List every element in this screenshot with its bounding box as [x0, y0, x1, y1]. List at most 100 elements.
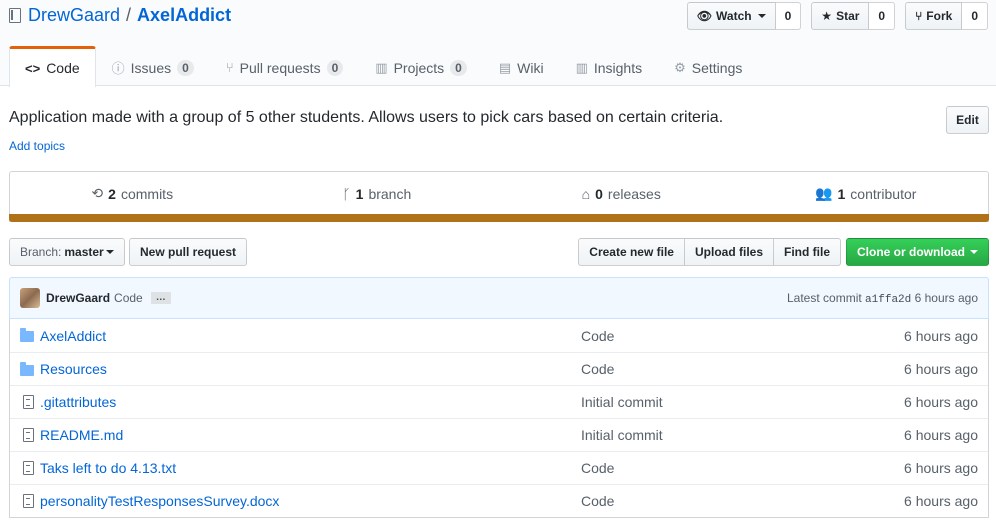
fork-group: ⑂ Fork 0 — [905, 2, 988, 30]
book-icon: ▤ — [498, 59, 512, 75]
branch-select-button[interactable]: Branch: master — [9, 238, 125, 266]
file-commit-message[interactable]: Initial commit — [581, 427, 904, 443]
new-pull-request-button[interactable]: New pull request — [129, 238, 248, 266]
tab-label: Wiki — [517, 59, 544, 76]
chevron-down-icon — [757, 14, 766, 18]
tab-projects[interactable]: ▥ Projects 0 — [359, 46, 483, 86]
star-count[interactable]: 0 — [869, 2, 896, 30]
file-name-link[interactable]: personalityTestResponsesSurvey.docx — [40, 493, 581, 509]
commit-sha-link[interactable]: a1ffa2d — [865, 291, 912, 306]
branches-label: branch — [368, 185, 412, 202]
file-commit-message[interactable]: Code — [581, 328, 904, 344]
upload-files-button[interactable]: Upload files — [683, 238, 774, 266]
folder-icon — [20, 361, 34, 376]
watch-label: Watch — [716, 9, 752, 23]
file-icon — [23, 494, 34, 508]
contributors-count: 1 — [837, 185, 846, 202]
tab-label: Projects — [393, 59, 445, 76]
commit-sha: a1ffa2d — [865, 293, 912, 306]
folder-icon — [20, 328, 34, 342]
tab-code[interactable]: <> Code — [9, 46, 96, 87]
pull-request-icon: ⑂ — [225, 60, 234, 75]
tab-issues[interactable]: ⓘ Issues 0 — [96, 46, 210, 86]
branches-link[interactable]: ᚴ 1 branch — [255, 172, 500, 215]
file-icon — [23, 395, 34, 409]
create-new-file-button[interactable]: Create new file — [578, 238, 685, 266]
file-name-link[interactable]: README.md — [40, 427, 581, 443]
edit-description-button[interactable]: Edit — [946, 106, 989, 134]
table-row: .gitattributes Initial commit 6 hours ag… — [10, 385, 988, 418]
branches-count: 1 — [355, 185, 364, 202]
fork-button[interactable]: ⑂ Fork — [905, 2, 963, 30]
fork-count[interactable]: 0 — [962, 2, 988, 30]
file-icon — [23, 461, 34, 475]
star-group: ★ Star 0 — [811, 2, 896, 30]
repo-header: DrewGaard / AxelAddict 👁 Watch 0 ★ Star … — [0, 0, 996, 87]
history-icon: ⟲ — [91, 185, 104, 201]
tab-label: Insights — [593, 59, 643, 76]
file-name-link[interactable]: .gitattributes — [40, 394, 581, 410]
table-row: Taks left to do 4.13.txt Code 6 hours ag… — [10, 451, 988, 484]
tag-icon: ⌂ — [581, 185, 591, 202]
branch-icon: ᚴ — [342, 185, 351, 202]
contributors-link[interactable]: 👥 1 contributor — [744, 172, 989, 215]
commit-age: 6 hours ago — [914, 290, 978, 305]
file-age: 6 hours ago — [904, 460, 978, 476]
releases-link[interactable]: ⌂ 0 releases — [499, 172, 744, 215]
commit-author-link[interactable]: DrewGaard — [46, 291, 110, 305]
file-commit-message[interactable]: Code — [581, 361, 904, 377]
star-button[interactable]: ★ Star — [811, 2, 870, 30]
file-commit-message[interactable]: Code — [581, 493, 904, 509]
ellipsis-expander-button[interactable]: … — [150, 292, 171, 304]
avatar[interactable] — [20, 288, 40, 308]
repo-title: DrewGaard / AxelAddict — [9, 5, 231, 26]
commit-message-link[interactable]: Code — [114, 291, 143, 305]
star-label: Star — [836, 9, 860, 23]
table-row: Resources Code 6 hours ago — [10, 352, 988, 385]
tab-label: Settings — [691, 59, 743, 76]
numbers-summary: ⟲ 2 commits ᚴ 1 branch ⌂ 0 releases 👥 1 … — [9, 171, 989, 222]
project-icon: ▥ — [375, 59, 388, 75]
file-age: 6 hours ago — [904, 394, 978, 410]
language-bar[interactable] — [9, 214, 989, 222]
people-icon: 👥 — [815, 185, 833, 201]
clone-or-download-button[interactable]: Clone or download — [846, 238, 989, 266]
tab-settings[interactable]: ⚙ Settings — [658, 46, 758, 86]
projects-counter: 0 — [450, 59, 467, 76]
repo-name-link[interactable]: AxelAddict — [137, 5, 231, 26]
star-icon: ★ — [821, 9, 833, 23]
contributors-label: contributor — [850, 185, 917, 202]
tab-wiki[interactable]: ▤ Wiki — [483, 46, 560, 86]
commits-link[interactable]: ⟲ 2 commits — [10, 172, 255, 215]
tab-insights[interactable]: ▥ Insights — [560, 46, 659, 86]
releases-label: releases — [607, 185, 661, 202]
graph-icon: ▥ — [575, 59, 588, 75]
repo-owner-link[interactable]: DrewGaard — [28, 5, 120, 26]
watch-button[interactable]: 👁 Watch — [686, 2, 776, 30]
table-row: README.md Initial commit 6 hours ago — [10, 418, 988, 451]
file-name-link[interactable]: Resources — [40, 361, 581, 377]
tab-label: Issues — [130, 59, 172, 76]
file-buttons-group: Create new file Upload files Find file — [578, 238, 841, 266]
file-name-link[interactable]: AxelAddict — [40, 328, 581, 344]
pull-requests-counter: 0 — [326, 59, 344, 76]
repo-title-separator: / — [126, 5, 132, 25]
file-name-link[interactable]: Taks left to do 4.13.txt — [40, 460, 581, 476]
watch-count[interactable]: 0 — [775, 2, 802, 30]
file-commit-message[interactable]: Code — [581, 460, 904, 476]
find-file-button[interactable]: Find file — [773, 238, 841, 266]
commits-count: 2 — [108, 185, 116, 202]
commits-label: commits — [120, 185, 174, 202]
chevron-down-icon — [105, 250, 114, 254]
add-topics-link[interactable]: Add topics — [9, 139, 65, 153]
chevron-down-icon — [970, 250, 978, 254]
file-list: AxelAddict Code 6 hours ago Resources Co… — [9, 319, 989, 518]
repo-description: Application made with a group of 5 other… — [9, 109, 724, 126]
file-age: 6 hours ago — [904, 361, 978, 377]
branch-label: Branch: — [20, 245, 62, 259]
issue-icon: ⓘ — [111, 61, 125, 76]
tab-pull-requests[interactable]: ⑂ Pull requests 0 — [210, 46, 359, 86]
pagehead-actions: 👁 Watch 0 ★ Star 0 ⑂ Fork 0 — [686, 2, 988, 30]
watch-group: 👁 Watch 0 — [686, 2, 802, 30]
file-commit-message[interactable]: Initial commit — [581, 394, 904, 410]
